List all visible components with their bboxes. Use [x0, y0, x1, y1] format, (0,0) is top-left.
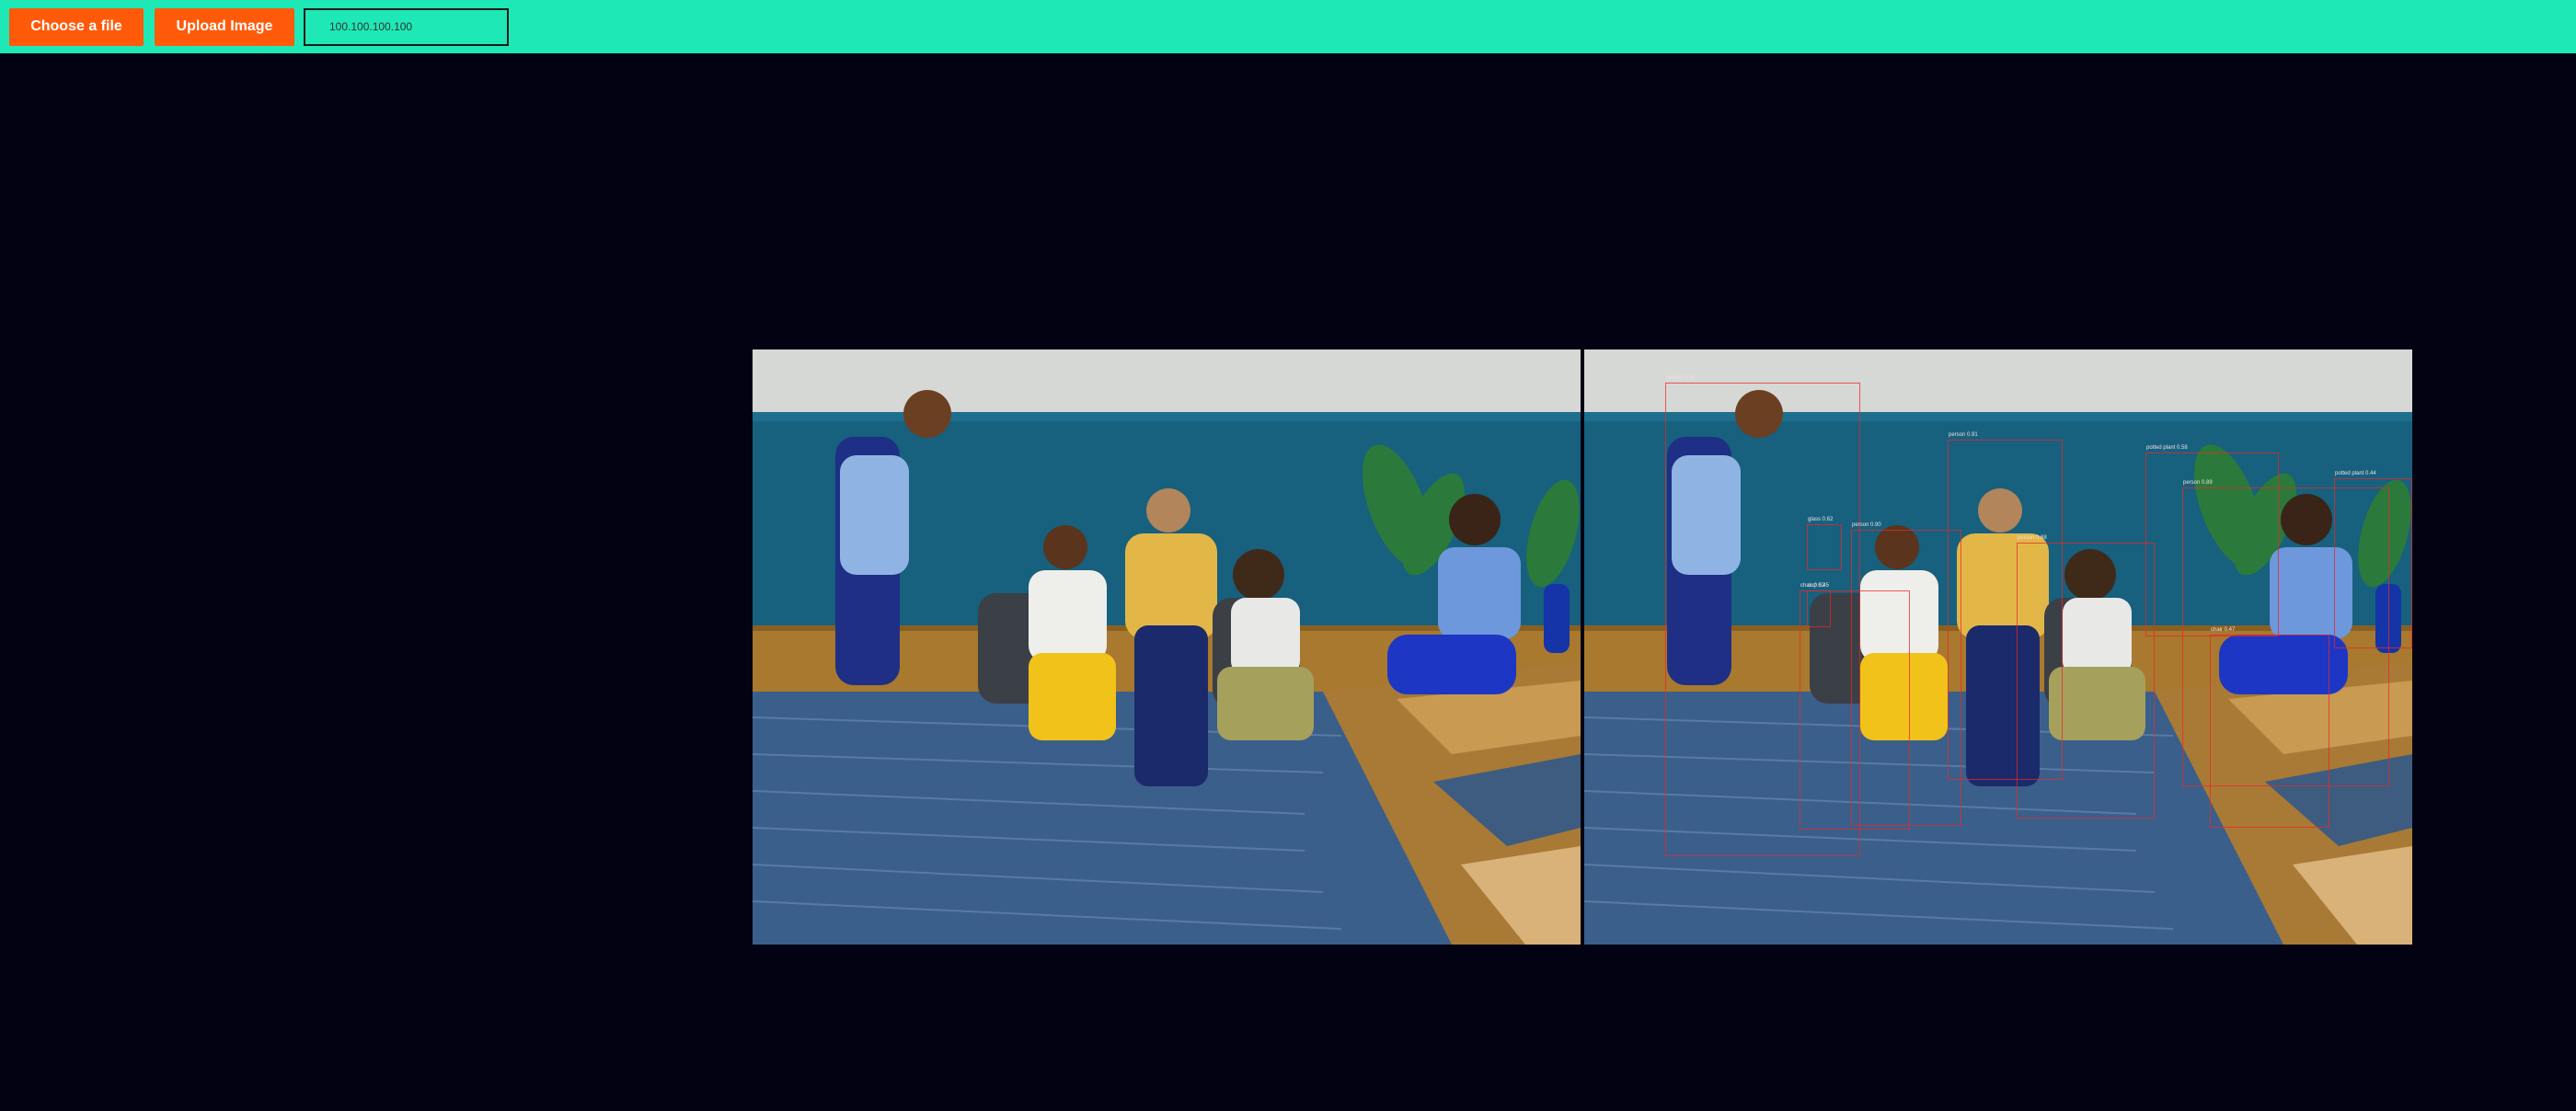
detection-label: person 0.89: [2183, 480, 2213, 486]
detection-box: person 0.88: [2017, 535, 2155, 819]
detection-label: chair 0.52: [1800, 583, 1825, 589]
detection-label: person 0.91: [1949, 432, 1978, 438]
detection-label: person 0.94: [1666, 375, 1696, 381]
choose-file-button[interactable]: Choose a file: [9, 7, 144, 46]
detection-label: potted plant 0.44: [2335, 471, 2376, 476]
detection-label: person 0.88: [2018, 535, 2047, 541]
detection-label: chair 0.47: [2211, 627, 2236, 633]
upload-image-button[interactable]: Upload Image: [155, 7, 294, 46]
detection-box: chair 0.47: [2210, 627, 2329, 828]
detection-label: potted plant 0.58: [2146, 445, 2188, 451]
detection-box: chair 0.52: [1800, 583, 1910, 830]
detection-label: glass 0.62: [1808, 517, 1834, 522]
detection-box: glass 0.62: [1807, 517, 1842, 570]
ip-address-input[interactable]: [304, 7, 509, 46]
original-image: [753, 349, 1581, 945]
original-photo-scene: [753, 349, 1581, 945]
detection-label: person 0.90: [1852, 522, 1881, 528]
toolbar: Choose a file Upload Image: [0, 0, 2576, 53]
annotated-image: person 0.94 glass 0.62 person 0.90 perso…: [1584, 349, 2412, 945]
